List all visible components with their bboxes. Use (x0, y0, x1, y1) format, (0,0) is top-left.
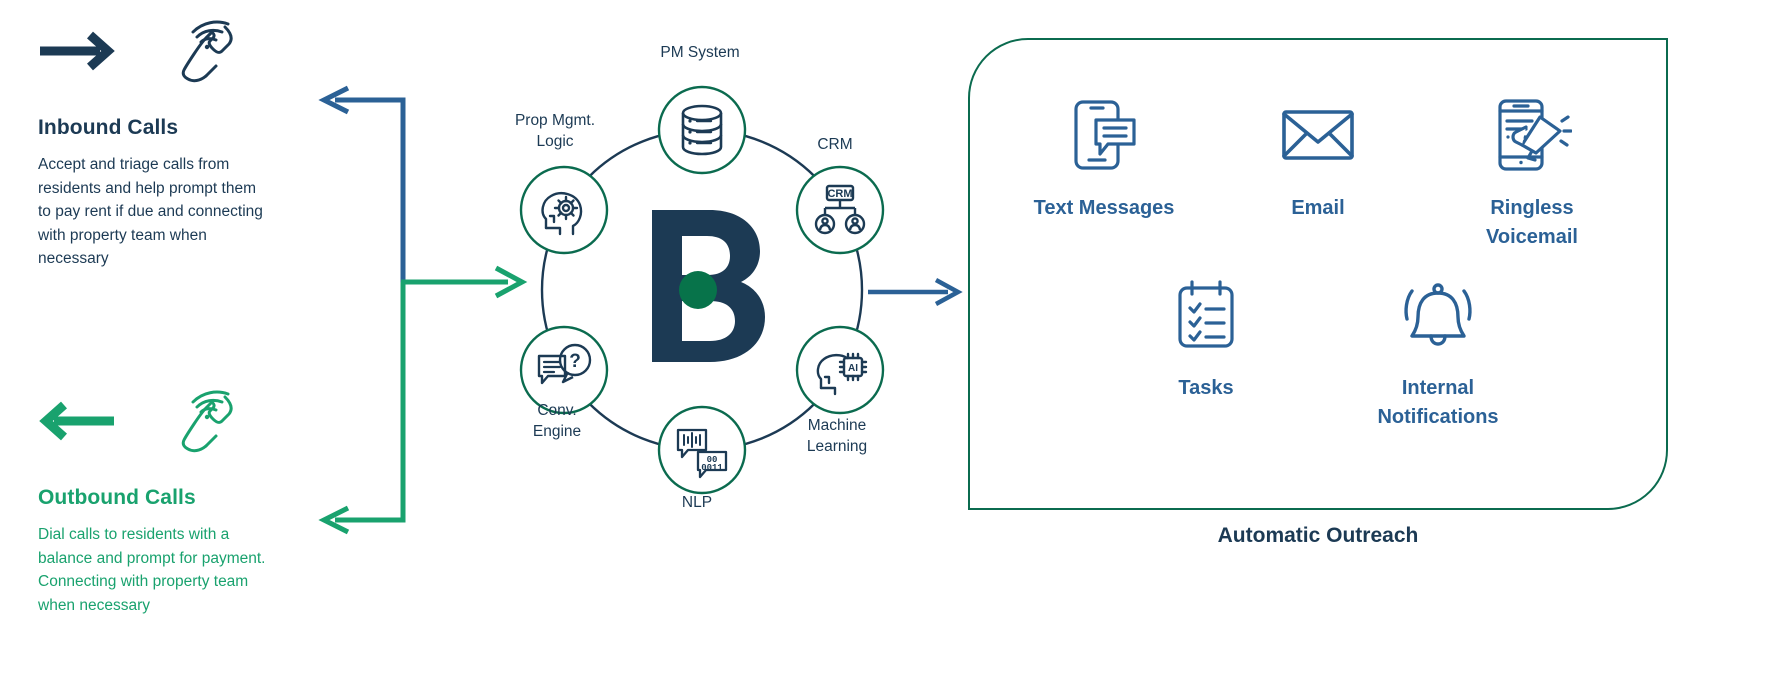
outbound-title: Outbound Calls (38, 486, 196, 509)
outreach-caption: Automatic Outreach (1217, 524, 1419, 547)
wheel-label-pm-system: PM System (660, 44, 740, 61)
wheel-node-nlp[interactable] (657, 405, 747, 495)
outbound-icons (38, 378, 308, 464)
bell-icon (1398, 272, 1478, 358)
outbound-description: Dial calls to residents with a balance a… (38, 526, 266, 614)
channel-label: Text Messages (1033, 197, 1175, 219)
platform-wheel: CRM AI (490, 20, 920, 540)
channel-tasks[interactable]: Tasks (1122, 272, 1290, 432)
outbound-calls-block: Outbound Calls Dial calls to residents w… (38, 378, 308, 617)
channel-ringless-voicemail[interactable]: Ringless Voicemail (1448, 92, 1616, 252)
arrow-right-icon (40, 31, 115, 71)
wheel-diagram: CRM AI (519, 85, 885, 495)
outreach-row-1: Text Messages Email Ringless Voicemail (1008, 92, 1628, 252)
channel-label: Internal Notifications (1377, 377, 1499, 428)
logo-dot (679, 271, 717, 309)
bilt-logo (652, 210, 765, 362)
wheel-label-crm: CRM (817, 136, 853, 153)
envelope-icon (1278, 92, 1358, 178)
automatic-outreach-panel: Text Messages Email Ringless Voicemail T… (960, 30, 1760, 660)
outreach-channels: Text Messages Email Ringless Voicemail T… (968, 38, 1668, 510)
outreach-row-2: Tasks Internal Notifications (1008, 272, 1628, 432)
wheel-label-nlp: NLP (681, 494, 713, 511)
call-flows-column: Inbound Calls Accept and triage calls fr… (0, 0, 320, 690)
wheel-node-pm-system[interactable] (657, 85, 747, 175)
phone-megaphone-icon (1492, 92, 1572, 178)
inbound-calls-block: Inbound Calls Accept and triage calls fr… (38, 8, 308, 271)
inbound-title: Inbound Calls (38, 116, 179, 139)
outbound-connector (318, 282, 406, 535)
channel-email[interactable]: Email (1234, 92, 1402, 252)
channel-internal-notifications[interactable]: Internal Notifications (1354, 272, 1522, 432)
arrow-right-icon (868, 278, 963, 306)
channel-label: Tasks (1178, 377, 1234, 399)
wheel-node-crm[interactable] (795, 165, 885, 255)
phone-ringing-icon (181, 390, 233, 453)
wheel-to-outreach-arrow (862, 272, 972, 312)
phone-ringing-icon (181, 20, 233, 83)
wheel-node-machine-learning[interactable] (795, 325, 885, 415)
checklist-icon (1170, 272, 1242, 358)
wheel-node-prop-logic[interactable] (519, 165, 609, 255)
arrow-left-icon (39, 401, 114, 441)
inbound-description: Accept and triage calls from residents a… (38, 156, 263, 267)
inbound-icons (38, 8, 308, 94)
phone-chat-icon (1068, 92, 1140, 178)
channel-label: Email (1291, 197, 1345, 219)
wheel-label-conv-engine: Conv. Engine (532, 402, 582, 440)
wheel-label-prop-logic: Prop Mgmt. Logic (514, 112, 596, 150)
channel-text-messages[interactable]: Text Messages (1020, 92, 1188, 252)
channel-label: Ringless Voicemail (1486, 197, 1578, 248)
inbound-connector (318, 85, 406, 282)
wheel-label-machine-learning: Machine Learning (806, 417, 868, 455)
